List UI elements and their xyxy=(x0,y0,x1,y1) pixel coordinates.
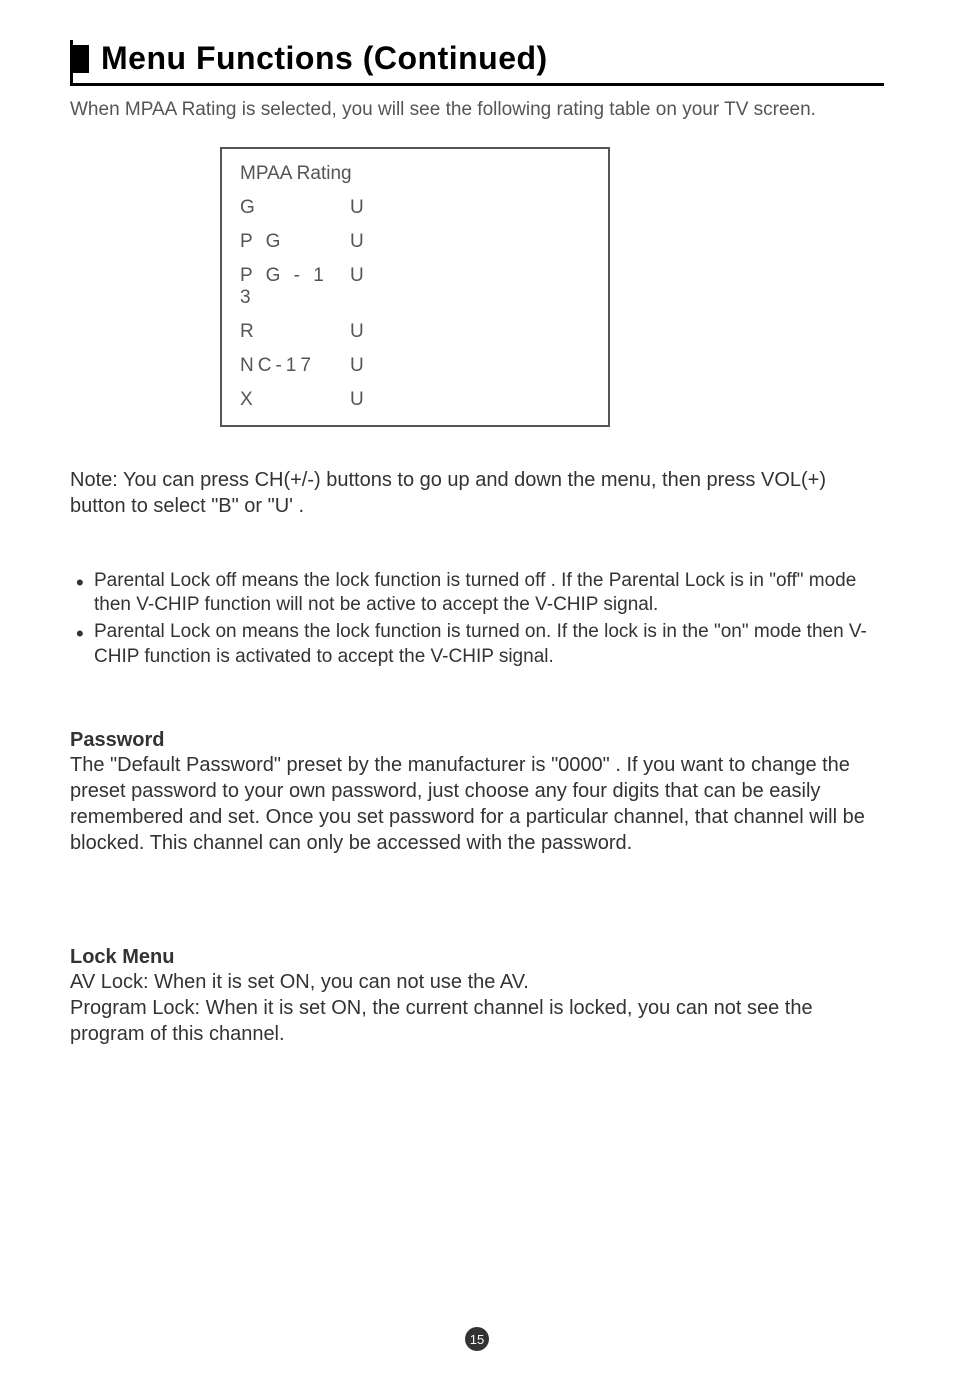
password-body: The "Default Password" preset by the man… xyxy=(70,752,884,856)
lock-menu-heading: Lock Menu xyxy=(70,946,884,969)
page-header: Menu Functions (Continued) xyxy=(70,40,884,86)
rating-label: NC-17 xyxy=(240,355,350,377)
lock-menu-body: AV Lock: When it is set ON, you can not … xyxy=(70,969,884,1047)
rating-row: G U xyxy=(240,197,590,219)
header-rule xyxy=(73,83,884,86)
rating-label: P G xyxy=(240,231,350,253)
title-accent-box xyxy=(73,45,89,73)
rating-box-heading: MPAA Rating xyxy=(240,163,590,185)
intro-paragraph: When MPAA Rating is selected, you will s… xyxy=(70,98,884,123)
rating-row: P G - 1 3 U xyxy=(240,265,590,309)
title-row: Menu Functions (Continued) xyxy=(73,40,884,77)
list-item: Parental Lock on means the lock function… xyxy=(76,620,884,669)
list-item: Parental Lock off means the lock functio… xyxy=(76,569,884,618)
rating-label: G xyxy=(240,197,350,219)
rating-value: U xyxy=(350,355,380,377)
page-number: 15 xyxy=(465,1327,489,1351)
rating-value: U xyxy=(350,265,380,309)
password-heading: Password xyxy=(70,729,884,752)
note-paragraph: Note: You can press CH(+/-) buttons to g… xyxy=(70,467,884,519)
page-title: Menu Functions (Continued) xyxy=(101,40,548,77)
rating-value: U xyxy=(350,321,380,343)
rating-value: U xyxy=(350,231,380,253)
bullet-list: Parental Lock off means the lock functio… xyxy=(70,569,884,670)
rating-value: U xyxy=(350,197,380,219)
rating-row: R U xyxy=(240,321,590,343)
rating-row: P G U xyxy=(240,231,590,253)
rating-value: U xyxy=(350,389,380,411)
rating-row: NC-17 U xyxy=(240,355,590,377)
rating-label: P G - 1 3 xyxy=(240,265,350,309)
rating-label: X xyxy=(240,389,350,411)
rating-row: X U xyxy=(240,389,590,411)
mpaa-rating-box: MPAA Rating G U P G U P G - 1 3 U R U NC… xyxy=(220,147,610,427)
rating-label: R xyxy=(240,321,350,343)
